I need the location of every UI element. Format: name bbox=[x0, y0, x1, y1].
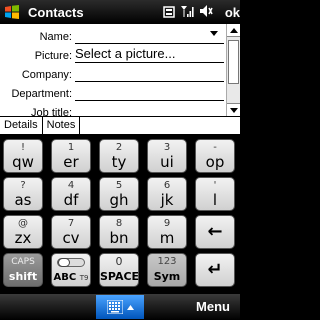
department-row: Department: bbox=[0, 82, 226, 101]
company-field[interactable] bbox=[75, 65, 224, 82]
key-zx[interactable]: @ zx bbox=[3, 215, 43, 249]
key-jk-label: jk bbox=[160, 191, 174, 209]
soft-keyboard: ! qw 1 er 2 ty 3 ui - op ? as 4 df 5 gh … bbox=[0, 134, 240, 294]
sym-alt: 123 bbox=[157, 256, 177, 267]
space-label: SPACE bbox=[100, 270, 140, 283]
t9-label: T9 bbox=[79, 274, 89, 282]
sym-label: Sym bbox=[153, 270, 181, 283]
key-df[interactable]: 4 df bbox=[51, 177, 91, 211]
enter-key[interactable]: ↵ bbox=[195, 253, 235, 287]
key-cv[interactable]: 7 cv bbox=[51, 215, 91, 249]
caps-label: CAPS bbox=[11, 257, 35, 267]
keyboard-icon bbox=[106, 300, 123, 314]
picture-label: Picture: bbox=[34, 50, 72, 62]
key-op-label: op bbox=[205, 153, 225, 171]
key-qw-label: qw bbox=[12, 153, 34, 171]
company-label: Company: bbox=[21, 69, 72, 81]
key-bn[interactable]: 8 bn bbox=[99, 215, 139, 249]
soft-key-bar: Menu bbox=[0, 294, 240, 320]
key-op[interactable]: - op bbox=[195, 139, 235, 173]
key-df-label: df bbox=[63, 191, 79, 209]
job-title-row: Job title: bbox=[0, 101, 226, 116]
caret-up-icon bbox=[126, 304, 134, 310]
enter-icon: ↵ bbox=[207, 259, 223, 280]
department-field[interactable] bbox=[75, 84, 224, 101]
caps-shift-key[interactable]: CAPS shift bbox=[3, 253, 43, 287]
backspace-key[interactable]: ← bbox=[195, 215, 235, 249]
name-dropdown-icon[interactable] bbox=[210, 31, 218, 36]
signal-icon[interactable] bbox=[180, 3, 194, 22]
title-bar: Contacts ok bbox=[0, 0, 240, 24]
picture-row: Picture: Select a picture... bbox=[0, 44, 226, 63]
form-scrollbar[interactable] bbox=[226, 24, 240, 116]
tab-notes[interactable]: Notes bbox=[42, 117, 81, 134]
start-icon[interactable] bbox=[2, 2, 22, 22]
t9-toggle-switch[interactable] bbox=[57, 258, 85, 267]
job-title-label: Job title: bbox=[31, 107, 72, 116]
key-l-label: l bbox=[212, 191, 218, 209]
key-zx-label: zx bbox=[14, 229, 32, 247]
scroll-down-button[interactable] bbox=[227, 103, 240, 116]
app-title: Contacts bbox=[28, 4, 84, 20]
key-ui[interactable]: 3 ui bbox=[147, 139, 187, 173]
name-row: Name: bbox=[0, 25, 226, 44]
name-field[interactable] bbox=[75, 27, 224, 44]
job-title-field[interactable] bbox=[75, 103, 224, 116]
company-row: Company: bbox=[0, 63, 226, 82]
key-cv-label: cv bbox=[62, 229, 80, 247]
space-alt: 0 bbox=[115, 255, 123, 268]
ok-button[interactable]: ok bbox=[225, 5, 240, 20]
contact-form: Name: Picture: Select a picture... Compa… bbox=[0, 24, 240, 116]
input-panel-button[interactable] bbox=[96, 295, 144, 319]
department-label: Department: bbox=[11, 88, 72, 100]
key-ty[interactable]: 2 ty bbox=[99, 139, 139, 173]
menu-button[interactable]: Menu bbox=[196, 299, 230, 314]
key-jk[interactable]: 6 jk bbox=[147, 177, 187, 211]
name-label: Name: bbox=[39, 31, 72, 43]
key-qw[interactable]: ! qw bbox=[3, 139, 43, 173]
key-ty-label: ty bbox=[111, 153, 127, 171]
arrow-up-icon bbox=[229, 27, 238, 33]
key-er[interactable]: 1 er bbox=[51, 139, 91, 173]
key-l[interactable]: ' l bbox=[195, 177, 235, 211]
key-as-label: as bbox=[14, 191, 32, 209]
key-er-label: er bbox=[63, 153, 79, 171]
space-key[interactable]: 0 SPACE bbox=[99, 253, 139, 287]
key-m[interactable]: 9 m bbox=[147, 215, 187, 249]
key-as[interactable]: ? as bbox=[3, 177, 43, 211]
key-gh-label: gh bbox=[109, 191, 129, 209]
key-bn-label: bn bbox=[109, 229, 129, 247]
scroll-thumb[interactable] bbox=[228, 40, 239, 84]
picture-field[interactable]: Select a picture... bbox=[75, 46, 224, 63]
arrow-down-icon bbox=[229, 107, 238, 113]
abc-label: ABC bbox=[53, 272, 77, 283]
volume-icon[interactable] bbox=[199, 3, 213, 22]
key-ui-label: ui bbox=[160, 153, 174, 171]
key-m-label: m bbox=[159, 229, 175, 247]
scroll-up-button[interactable] bbox=[227, 24, 240, 37]
connectivity-icon[interactable] bbox=[163, 3, 175, 22]
shift-label: shift bbox=[8, 270, 38, 283]
tab-bar: Details Notes bbox=[0, 116, 240, 134]
backspace-icon: ← bbox=[207, 221, 223, 242]
sym-key[interactable]: 123 Sym bbox=[147, 253, 187, 287]
tab-details[interactable]: Details bbox=[0, 117, 43, 134]
abc-t9-toggle-key[interactable]: ABC T9 bbox=[51, 253, 91, 287]
key-gh[interactable]: 5 gh bbox=[99, 177, 139, 211]
